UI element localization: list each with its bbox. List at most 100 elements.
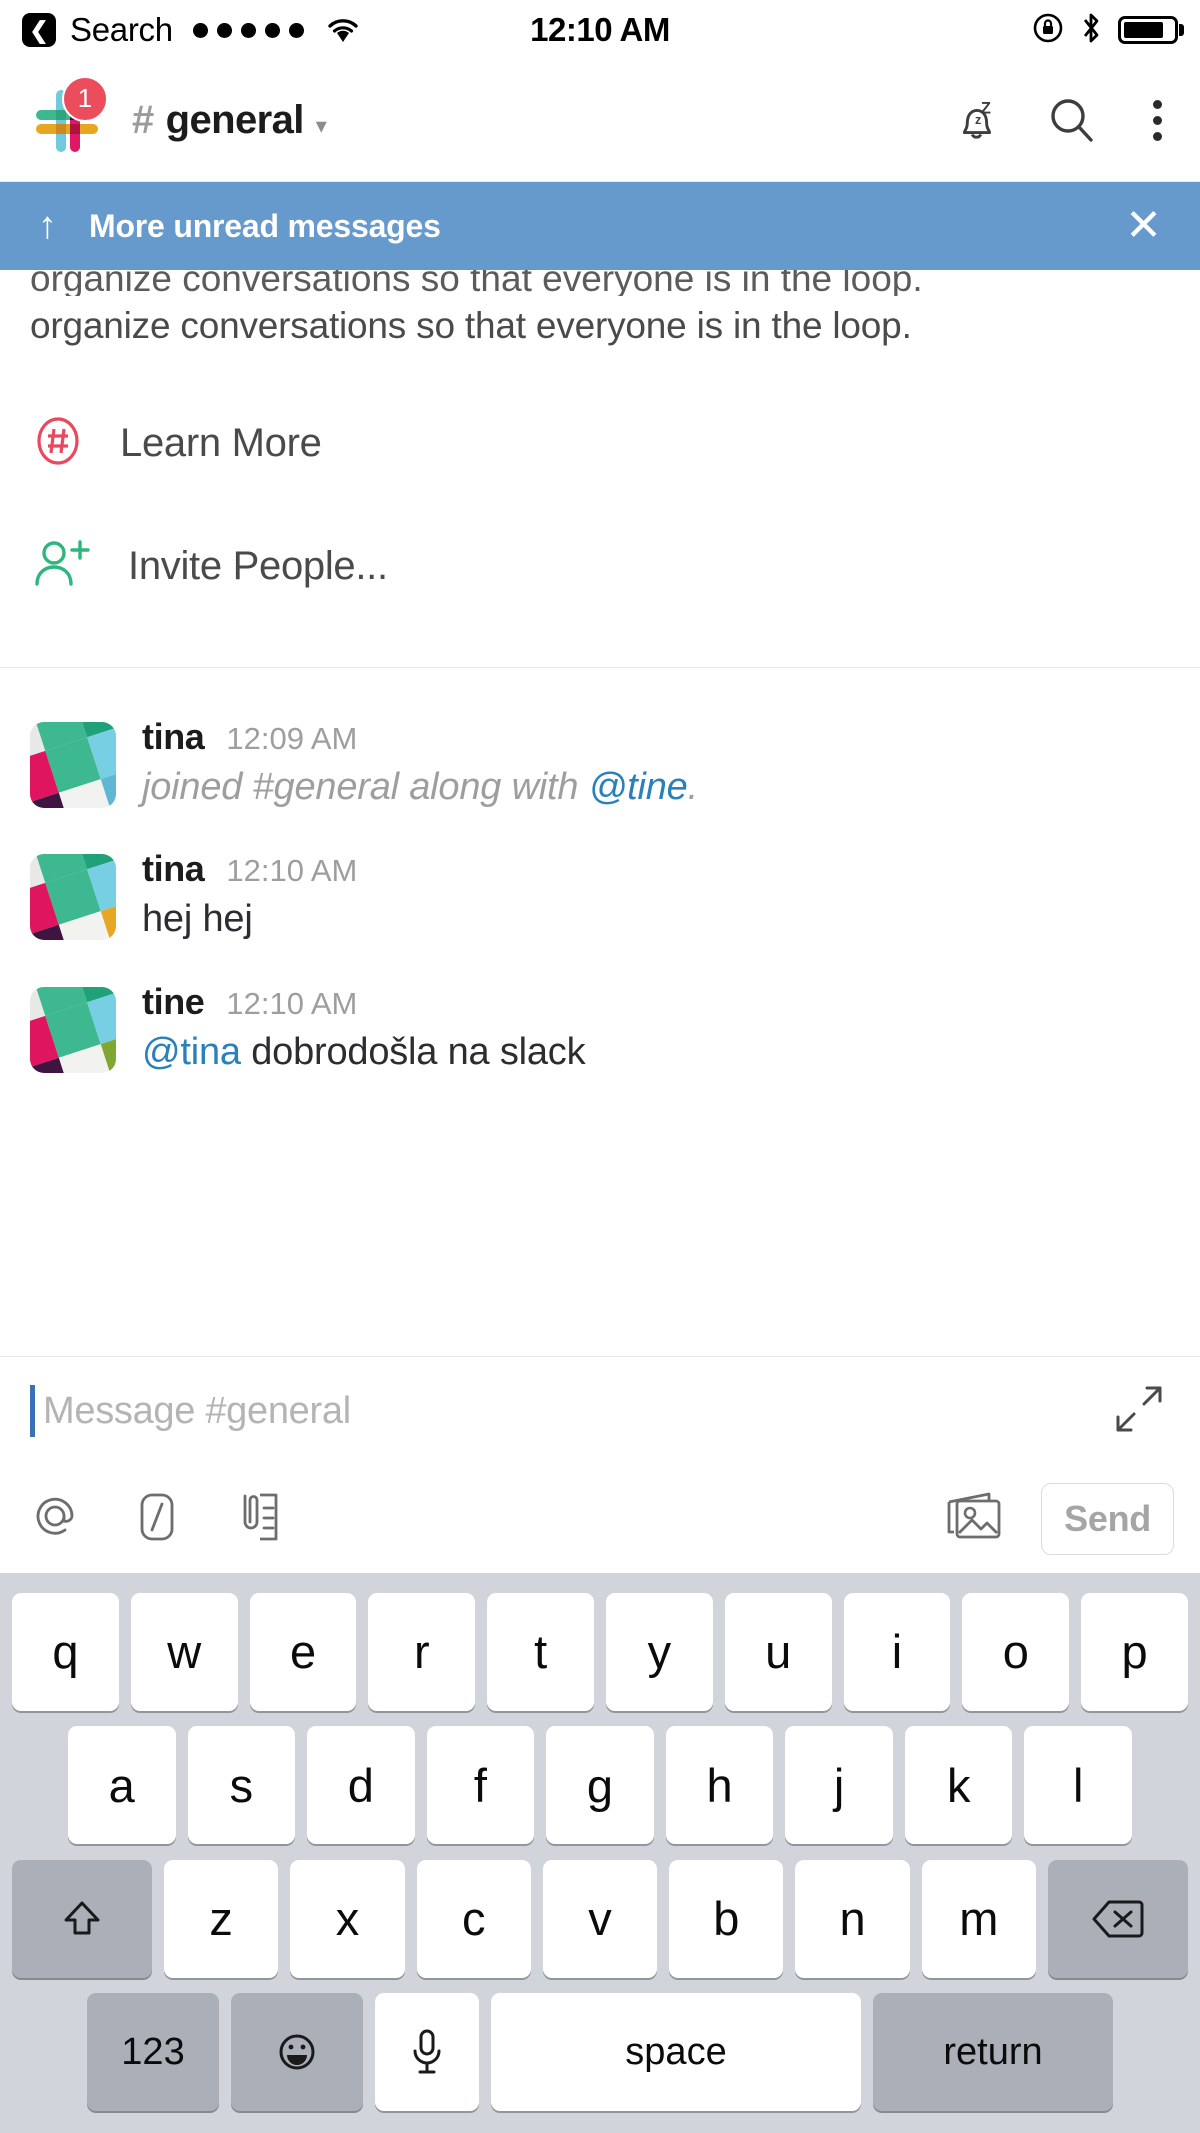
message-text: hej hej bbox=[142, 896, 1170, 942]
key-h[interactable]: h bbox=[665, 1726, 774, 1845]
status-bar-right bbox=[1032, 11, 1178, 50]
bluetooth-icon bbox=[1080, 11, 1102, 50]
emoji-icon[interactable] bbox=[231, 1993, 363, 2112]
overflow-menu-icon[interactable] bbox=[1141, 100, 1174, 141]
battery-icon bbox=[1118, 16, 1178, 44]
key-g[interactable]: g bbox=[546, 1726, 654, 1845]
message-text-after: dobrodošla na slack bbox=[240, 1030, 586, 1073]
key-s[interactable]: s bbox=[187, 1726, 296, 1845]
key-q[interactable]: q bbox=[12, 1592, 119, 1711]
key-w[interactable]: w bbox=[130, 1592, 238, 1711]
message-text: joined #general along with @tine. bbox=[142, 764, 1170, 810]
message-row[interactable]: tina 12:09 AM joined #general along with… bbox=[0, 702, 1200, 810]
section-divider bbox=[0, 666, 1200, 668]
at-mention-icon[interactable] bbox=[26, 1488, 84, 1551]
key-e[interactable]: e bbox=[249, 1592, 357, 1711]
message-input[interactable]: Message #general bbox=[0, 1357, 1200, 1465]
send-button[interactable]: Send bbox=[1041, 1483, 1174, 1555]
user-mention[interactable]: @tine bbox=[589, 766, 688, 808]
key-o[interactable]: o bbox=[962, 1592, 1070, 1711]
backspace-icon[interactable] bbox=[1047, 1859, 1188, 1978]
key-f[interactable]: f bbox=[426, 1726, 535, 1845]
message-author[interactable]: tine bbox=[142, 981, 205, 1023]
message-meta: tina 12:09 AM bbox=[142, 716, 1170, 758]
key-p[interactable]: p bbox=[1081, 1592, 1188, 1711]
key-k[interactable]: k bbox=[904, 1726, 1013, 1845]
keyboard-row-2: a s d f g h j k l bbox=[0, 1719, 1200, 1853]
key-d[interactable]: d bbox=[307, 1726, 415, 1845]
avatar[interactable] bbox=[30, 721, 116, 808]
learn-more-action[interactable]: Learn More bbox=[0, 413, 1200, 474]
space-key[interactable]: space bbox=[491, 1993, 861, 2112]
message-row[interactable]: tina 12:10 AM hej hej bbox=[0, 834, 1200, 942]
microphone-icon[interactable] bbox=[375, 1993, 479, 2112]
message-text-before: hej hej bbox=[142, 898, 253, 941]
key-r[interactable]: r bbox=[368, 1592, 476, 1711]
key-j[interactable]: j bbox=[785, 1726, 893, 1845]
attachment-icon[interactable] bbox=[230, 1488, 288, 1551]
message-meta: tine 12:10 AM bbox=[142, 981, 1170, 1023]
key-m[interactable]: m bbox=[921, 1859, 1036, 1978]
channel-intro-clipped-line: organize conversations so that everyone … bbox=[30, 270, 923, 296]
key-a[interactable]: a bbox=[67, 1726, 176, 1845]
composer-toolbar-left bbox=[26, 1488, 288, 1551]
svg-text:z: z bbox=[975, 112, 981, 126]
key-i[interactable]: i bbox=[843, 1592, 951, 1711]
key-z[interactable]: z bbox=[164, 1859, 279, 1978]
key-y[interactable]: y bbox=[606, 1592, 713, 1711]
back-chevron-icon[interactable]: ❮ bbox=[22, 13, 56, 47]
message-timestamp: 12:10 AM bbox=[226, 853, 358, 889]
dnd-sleeping-bell-icon[interactable]: Z z bbox=[949, 94, 1003, 148]
channel-intro: organize conversations so that everyone … bbox=[0, 270, 1200, 351]
learn-more-label: Learn More bbox=[120, 420, 322, 465]
slash-command-icon[interactable] bbox=[130, 1488, 184, 1551]
channel-title[interactable]: # general ▾ bbox=[132, 98, 327, 143]
status-bar-left: ❮ Search bbox=[22, 11, 360, 49]
nav-bar: 1 # general ▾ Z z bbox=[0, 60, 1200, 182]
key-l[interactable]: l bbox=[1024, 1726, 1133, 1845]
slack-channel-screen: ❮ Search 12:10 AM 1 # general ▾ Z z ↑ Mo… bbox=[0, 0, 1200, 2133]
unread-banner[interactable]: ↑ More unread messages ✕ bbox=[0, 182, 1200, 270]
key-c[interactable]: c bbox=[416, 1859, 531, 1978]
message-author[interactable]: tina bbox=[142, 716, 205, 758]
slack-logo-icon[interactable]: 1 bbox=[30, 75, 108, 158]
expand-icon[interactable] bbox=[1108, 1378, 1170, 1445]
message-row[interactable]: tine 12:10 AM @tina dobrodošla na slack bbox=[0, 967, 1200, 1075]
message-list[interactable]: organize conversations so that everyone … bbox=[0, 270, 1200, 1356]
message-body: tina 12:10 AM hej hej bbox=[142, 848, 1170, 942]
key-n[interactable]: n bbox=[795, 1859, 910, 1978]
shift-icon[interactable] bbox=[12, 1859, 153, 1978]
chevron-down-icon[interactable]: ▾ bbox=[316, 113, 327, 139]
on-screen-keyboard[interactable]: q w e r t y u i o p a s d f g h j k l z … bbox=[0, 1573, 1200, 2133]
composer-toolbar-right: Send bbox=[941, 1483, 1174, 1555]
photos-icon[interactable] bbox=[941, 1488, 1007, 1551]
key-v[interactable]: v bbox=[542, 1859, 658, 1978]
avatar[interactable] bbox=[30, 854, 116, 941]
text-caret bbox=[30, 1385, 35, 1437]
channel-hash: # bbox=[132, 98, 154, 142]
composer-toolbar: Send bbox=[0, 1465, 1200, 1573]
unread-banner-label: More unread messages bbox=[89, 207, 441, 244]
message-timestamp: 12:09 AM bbox=[226, 720, 358, 756]
message-composer: Message #general Send bbox=[0, 1356, 1200, 1573]
search-icon[interactable] bbox=[1045, 94, 1099, 148]
user-mention[interactable]: @tina bbox=[142, 1031, 241, 1073]
key-b[interactable]: b bbox=[669, 1859, 784, 1978]
channel-name: general bbox=[165, 98, 305, 142]
key-x[interactable]: x bbox=[290, 1859, 405, 1978]
key-u[interactable]: u bbox=[724, 1592, 832, 1711]
keyboard-row-4: 123 space return bbox=[0, 1986, 1200, 2120]
message-text-after: . bbox=[687, 765, 699, 808]
wifi-icon bbox=[326, 16, 360, 44]
message-author[interactable]: tina bbox=[142, 848, 205, 890]
signal-dots-icon bbox=[192, 22, 304, 38]
message-text-before: joined #general along with bbox=[142, 765, 589, 808]
invite-people-action[interactable]: Invite People... bbox=[0, 536, 1200, 597]
unread-badge: 1 bbox=[62, 75, 108, 122]
return-key[interactable]: return bbox=[873, 1993, 1113, 2112]
close-icon[interactable]: ✕ bbox=[1125, 204, 1162, 248]
numbers-key[interactable]: 123 bbox=[87, 1993, 219, 2112]
keyboard-row-1: q w e r t y u i o p bbox=[0, 1585, 1200, 1719]
key-t[interactable]: t bbox=[487, 1592, 594, 1711]
avatar[interactable] bbox=[30, 986, 116, 1073]
